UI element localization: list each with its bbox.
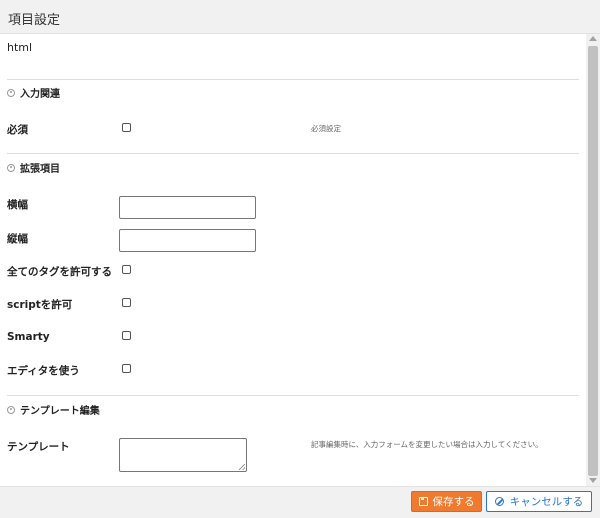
- vertical-scrollbar[interactable]: [586, 34, 600, 486]
- section-extended-title: 拡張項目: [20, 164, 60, 175]
- smarty-checkbox[interactable]: [122, 331, 131, 340]
- dialog-content: html 入力関連 必須 必須設定 拡張項目 横幅 縦幅 全てのタグを許可する …: [0, 34, 586, 486]
- allow-all-tags-label: 全てのタグを許可する: [7, 266, 112, 278]
- divider: [7, 79, 579, 80]
- gear-icon: [7, 405, 15, 414]
- height-input[interactable]: [119, 229, 256, 252]
- scroll-down-icon[interactable]: [589, 478, 597, 483]
- section-input-title: 入力関連: [20, 89, 60, 100]
- section-input: 入力関連: [7, 85, 60, 100]
- scrollbar-thumb[interactable]: [588, 46, 598, 476]
- dialog-titlebar: 項目設定: [0, 0, 600, 34]
- allow-script-label: scriptを許可: [7, 299, 73, 311]
- floppy-disk-icon: [418, 497, 428, 506]
- resize-grip-icon[interactable]: [239, 464, 245, 470]
- template-hint: 記事編集時に、入力フォームを変更したい場合は入力してください。: [311, 440, 543, 449]
- section-template-title: テンプレート編集: [20, 406, 100, 417]
- width-input[interactable]: [119, 196, 256, 219]
- scroll-up-icon[interactable]: [589, 36, 597, 41]
- allow-script-checkbox[interactable]: [122, 298, 131, 307]
- cancel-button[interactable]: キャンセルする: [486, 491, 592, 512]
- cancel-button-label: キャンセルする: [509, 496, 584, 508]
- gear-icon: [7, 88, 15, 97]
- divider: [7, 153, 579, 154]
- save-button[interactable]: 保存する: [411, 491, 482, 512]
- required-checkbox[interactable]: [122, 123, 131, 132]
- required-hint: 必須設定: [311, 124, 341, 133]
- use-editor-checkbox[interactable]: [122, 364, 131, 373]
- ban-icon: [494, 497, 504, 506]
- template-textarea[interactable]: [119, 438, 247, 472]
- use-editor-label: エディタを使う: [7, 365, 80, 377]
- section-template: テンプレート編集: [7, 402, 100, 417]
- divider: [7, 395, 579, 396]
- save-button-label: 保存する: [432, 496, 475, 508]
- template-label: テンプレート: [7, 441, 70, 453]
- dialog-title: 項目設定: [8, 13, 61, 28]
- height-label: 縦幅: [7, 233, 28, 245]
- smarty-label: Smarty: [7, 331, 50, 343]
- gear-icon: [7, 163, 15, 172]
- field-name: html: [7, 41, 33, 54]
- width-label: 横幅: [7, 199, 28, 211]
- required-label: 必須: [7, 124, 28, 136]
- allow-all-tags-checkbox[interactable]: [122, 265, 131, 274]
- section-extended: 拡張項目: [7, 160, 60, 175]
